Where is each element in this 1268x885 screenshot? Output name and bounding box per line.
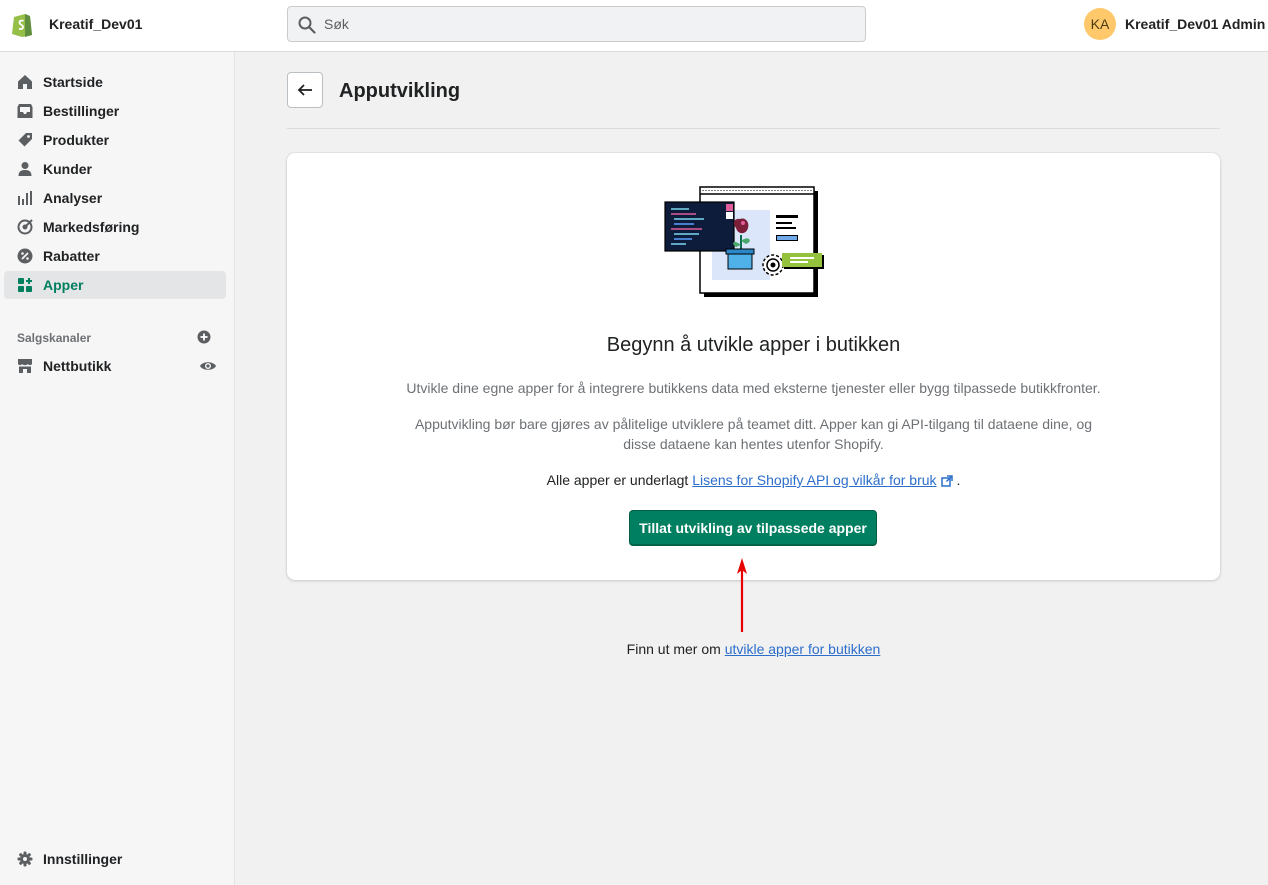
sales-channels-title: Salgskanaler [17, 331, 92, 345]
page-title: Apputvikling [339, 80, 461, 102]
search-input[interactable]: Søk [287, 6, 866, 42]
arrow-left-icon [297, 84, 312, 96]
card-warning: Apputvikling bør bare gjøres av påliteli… [287, 414, 1220, 454]
sidebar-item-label: Bestillinger [43, 103, 120, 119]
card-description: Utvikle dine egne apper for å integrere … [406, 380, 1101, 396]
add-channel-icon[interactable] [197, 330, 211, 344]
store-name[interactable]: Kreatif_Dev01 [49, 16, 142, 32]
discount-icon [17, 248, 33, 264]
tag-icon [18, 133, 32, 147]
sidebar-item-kunder[interactable]: Kunder [4, 155, 226, 183]
top-bar: Kreatif_Dev01 Søk KA Kreatif_Dev01 Admin [0, 0, 1268, 52]
inbox-icon [17, 104, 33, 118]
sidebar-item-label: Apper [43, 277, 84, 293]
sidebar-item-innstillinger[interactable]: Innstillinger [4, 845, 226, 873]
search-placeholder: Søk [324, 16, 349, 32]
target-icon [17, 219, 33, 235]
gear-icon [17, 851, 33, 867]
terms-prefix: Alle apper er underlagt [546, 472, 689, 488]
apps-icon [18, 278, 32, 292]
sidebar-item-label: Nettbutikk [43, 358, 112, 374]
empty-state-card: Begynn å utvikle apper i butikken Utvikl… [287, 153, 1220, 580]
shopify-logo-icon[interactable] [10, 11, 34, 37]
sidebar-item-label: Startside [43, 74, 103, 90]
sidebar-item-label: Innstillinger [43, 851, 123, 867]
home-icon [18, 75, 32, 89]
terms-link[interactable]: Lisens for Shopify API og vilkår for bru… [692, 472, 936, 488]
bar-chart-icon [18, 191, 32, 205]
eye-icon[interactable] [199, 358, 217, 374]
sidebar-item-label: Produkter [43, 132, 110, 148]
annotation-arrow-icon [737, 558, 747, 632]
card-warning-line-2: disse dataene kan hentes utenfor Shopify… [623, 436, 884, 452]
sidebar-item-label: Markedsføring [43, 219, 140, 235]
sidebar-item-label: Analyser [43, 190, 103, 206]
card-terms: Alle apper er underlagt Lisens for Shopi… [287, 470, 1220, 490]
allow-custom-app-development-button[interactable]: Tillat utvikling av tilpassede apper [629, 510, 877, 546]
avatar[interactable]: KA [1084, 8, 1116, 40]
header-divider [287, 128, 1220, 129]
external-link-icon[interactable] [940, 475, 953, 487]
card-warning-line-1: Apputvikling bør bare gjøres av påliteli… [414, 416, 1093, 432]
sidebar-item-apper[interactable]: Apper [4, 271, 226, 299]
sidebar-item-rabatter[interactable]: Rabatter [4, 242, 226, 270]
sidebar-item-markedsforing[interactable]: Markedsføring [4, 213, 226, 241]
learn-more-text: Finn ut mer om utvikle apper for butikke… [287, 641, 1220, 657]
person-icon [18, 162, 32, 176]
search-icon [298, 16, 316, 34]
sidebar-item-label: Kunder [43, 161, 92, 177]
app-development-illustration [664, 186, 824, 297]
sidebar-item-bestillinger[interactable]: Bestillinger [4, 97, 226, 125]
store-icon [18, 359, 32, 373]
sidebar-item-produkter[interactable]: Produkter [4, 126, 226, 154]
learn-more-link[interactable]: utvikle apper for butikken [725, 641, 881, 657]
learn-more-prefix: Finn ut mer om [626, 641, 721, 657]
user-name[interactable]: Kreatif_Dev01 Admin [1125, 16, 1265, 32]
sidebar-item-analyser[interactable]: Analyser [4, 184, 226, 212]
back-button[interactable] [287, 72, 323, 108]
sidebar: Startside Bestillinger Produkter Kunder … [0, 52, 235, 885]
terms-suffix: . [956, 472, 961, 488]
sidebar-item-startside[interactable]: Startside [4, 68, 226, 96]
sidebar-item-label: Rabatter [43, 248, 100, 264]
sidebar-item-nettbutikk[interactable]: Nettbutikk [4, 352, 226, 380]
card-heading: Begynn å utvikle apper i butikken [606, 334, 901, 356]
